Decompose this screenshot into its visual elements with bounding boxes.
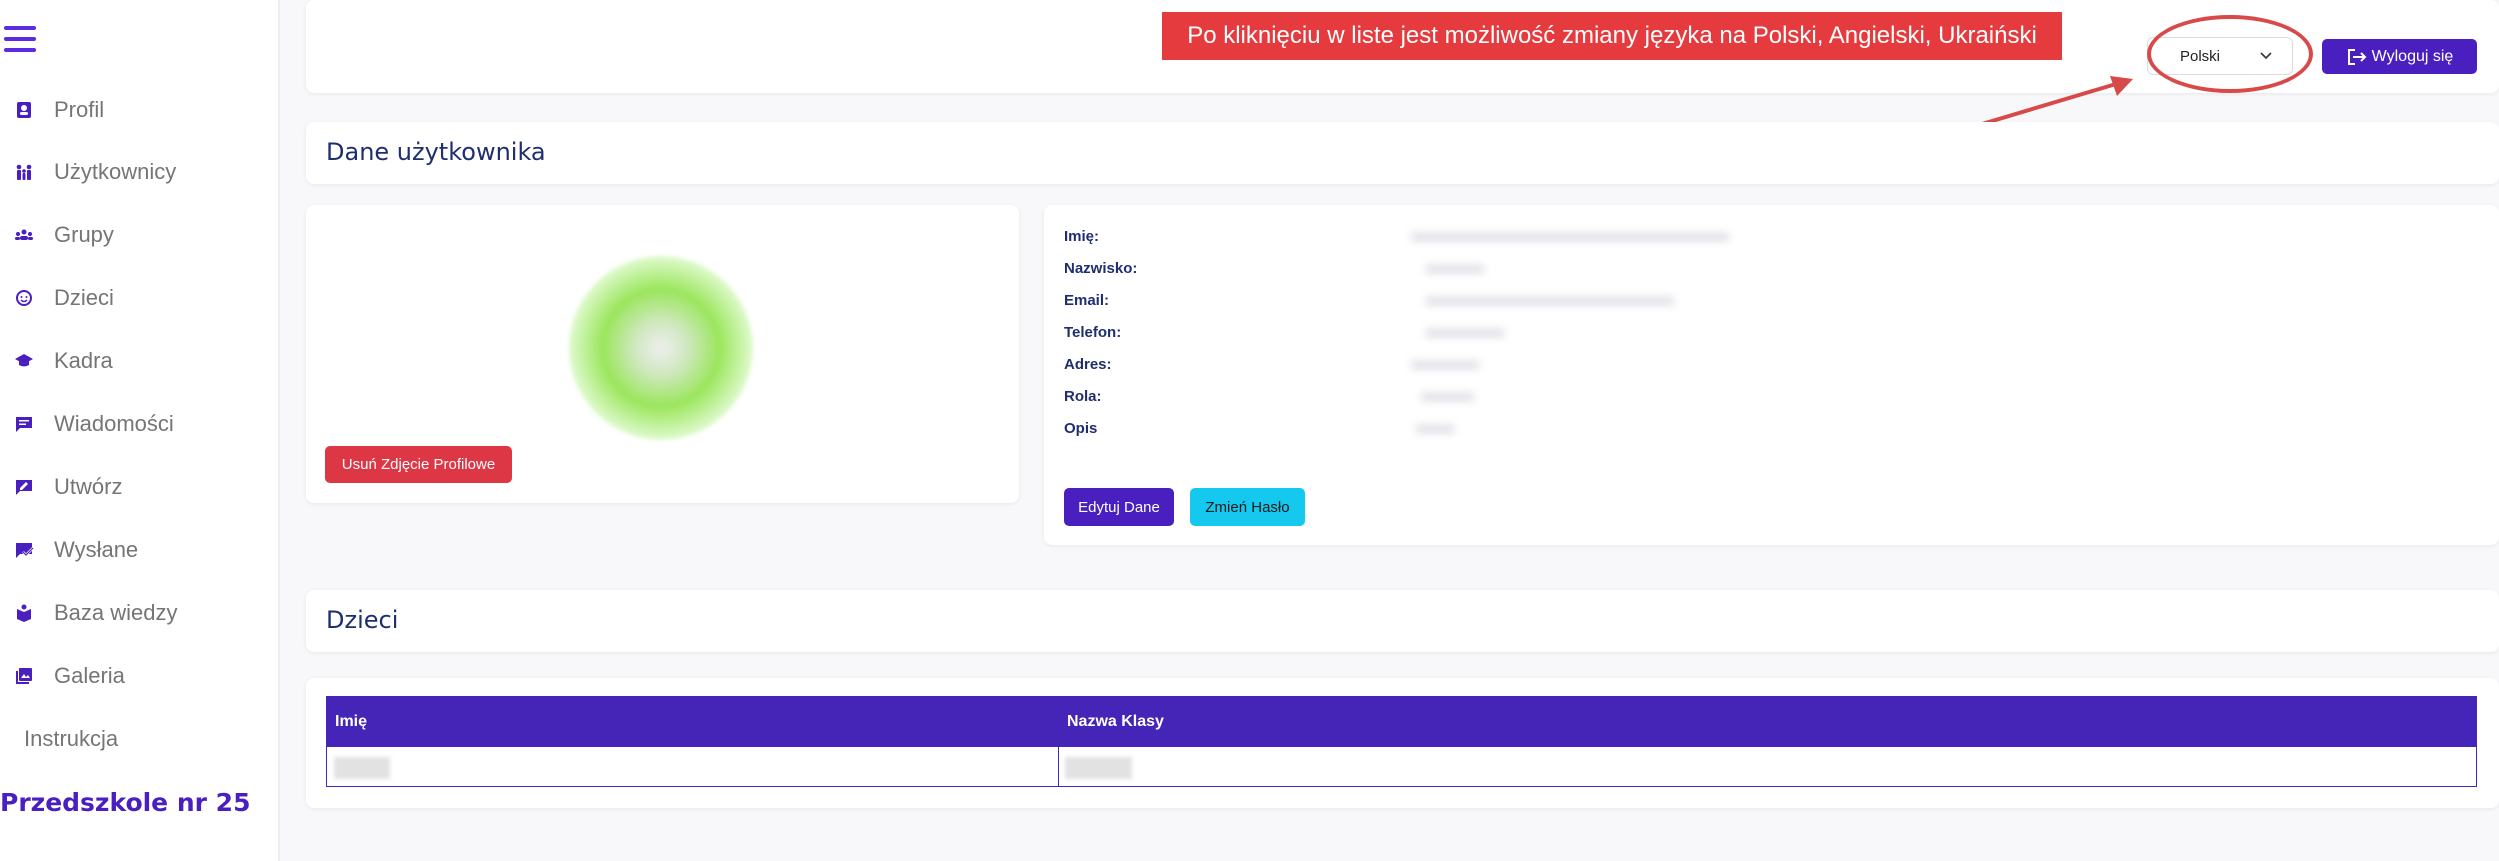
column-header-nazwa-klasy: Nazwa Klasy [1067, 713, 1164, 730]
sidebar-item-label: Użytkownicy [54, 159, 177, 184]
field-label-adres: Adres: [1064, 356, 1112, 373]
blurred-value [1420, 392, 1475, 402]
change-password-button[interactable]: Zmień Hasło [1190, 488, 1305, 526]
gallery-icon [16, 668, 32, 684]
blurred-value [1425, 296, 1675, 306]
sidebar-item-label: Baza wiedzy [54, 600, 178, 625]
compose-icon [16, 480, 32, 495]
person-badge-icon [17, 102, 31, 118]
sidebar-item-grupy[interactable]: Grupy [14, 215, 114, 255]
sidebar: Profil Użytkownicy Grupy Dzieci Kadra Wi… [0, 0, 280, 861]
sidebar-item-label: Wiadomości [54, 411, 174, 436]
blurred-value [1410, 360, 1480, 370]
column-divider [1058, 747, 1059, 786]
sidebar-item-label: Utwórz [54, 474, 123, 499]
table-row[interactable] [327, 747, 2476, 788]
user-data-header: Dane użytkownika [306, 122, 2499, 184]
sidebar-item-label: Instrukcja [24, 726, 119, 751]
annotation-ellipse [2147, 15, 2313, 93]
message-icon [16, 417, 32, 432]
edit-data-button[interactable]: Edytuj Dane [1064, 488, 1174, 526]
field-label-nazwisko: Nazwisko: [1064, 260, 1138, 277]
book-icon [17, 604, 31, 622]
users-icon [16, 164, 32, 180]
blurred-value [1425, 328, 1505, 338]
groups-icon [15, 229, 33, 240]
table-header: Imię Nazwa Klasy [327, 697, 2476, 747]
blurred-cell [1065, 757, 1132, 779]
sidebar-item-profil[interactable]: Profil [14, 90, 104, 130]
children-header: Dzieci [306, 590, 2499, 652]
sidebar-item-kadra[interactable]: Kadra [14, 341, 113, 381]
field-label-imie: Imię: [1064, 228, 1100, 245]
sidebar-item-galeria[interactable]: Galeria [14, 656, 125, 696]
sent-icon [16, 543, 34, 558]
field-label-rola: Rola: [1064, 388, 1102, 405]
menu-toggle-icon[interactable] [4, 26, 36, 54]
logout-icon [2347, 48, 2367, 65]
blurred-value [1425, 264, 1485, 274]
profile-avatar [569, 256, 753, 440]
child-face-icon [16, 290, 32, 306]
sidebar-item-label: Grupy [54, 222, 114, 247]
sidebar-item-utworz[interactable]: Utwórz [14, 467, 122, 507]
logout-label: Wyloguj się [2371, 47, 2454, 65]
sidebar-item-wiadomosci[interactable]: Wiadomości [14, 404, 174, 444]
blurred-value [1410, 232, 1730, 242]
graduation-cap-icon [15, 354, 33, 367]
sidebar-item-label: Galeria [54, 663, 125, 688]
logout-button[interactable]: Wyloguj się [2322, 39, 2477, 74]
sidebar-item-baza-wiedzy[interactable]: Baza wiedzy [14, 593, 178, 633]
sidebar-item-label: Dzieci [54, 285, 114, 310]
children-table: Imię Nazwa Klasy [326, 696, 2477, 787]
annotation-banner: Po kliknięciu w liste jest możliwość zmi… [1162, 12, 2062, 60]
sidebar-item-wyslane[interactable]: Wysłane [14, 530, 138, 570]
blurred-value [1415, 424, 1455, 434]
section-title: Dane użytkownika [326, 138, 546, 166]
sidebar-item-dzieci[interactable]: Dzieci [14, 278, 114, 318]
sidebar-item-uzytkownicy[interactable]: Użytkownicy [14, 152, 176, 192]
field-label-telefon: Telefon: [1064, 324, 1122, 341]
field-label-opis: Opis [1064, 420, 1098, 437]
sidebar-item-label: Kadra [54, 348, 113, 373]
section-title: Dzieci [326, 606, 399, 634]
brand-name: Przedszkole nr 25 [0, 788, 251, 817]
remove-photo-button[interactable]: Usuń Zdjęcie Profilowe [325, 446, 512, 483]
field-label-email: Email: [1064, 292, 1110, 309]
sidebar-item-label: Profil [54, 97, 105, 122]
sidebar-item-instrukcja[interactable]: Instrukcja [24, 719, 118, 759]
sidebar-item-label: Wysłane [54, 537, 139, 562]
blurred-cell [334, 757, 390, 779]
column-header-imie: Imię [335, 713, 368, 730]
